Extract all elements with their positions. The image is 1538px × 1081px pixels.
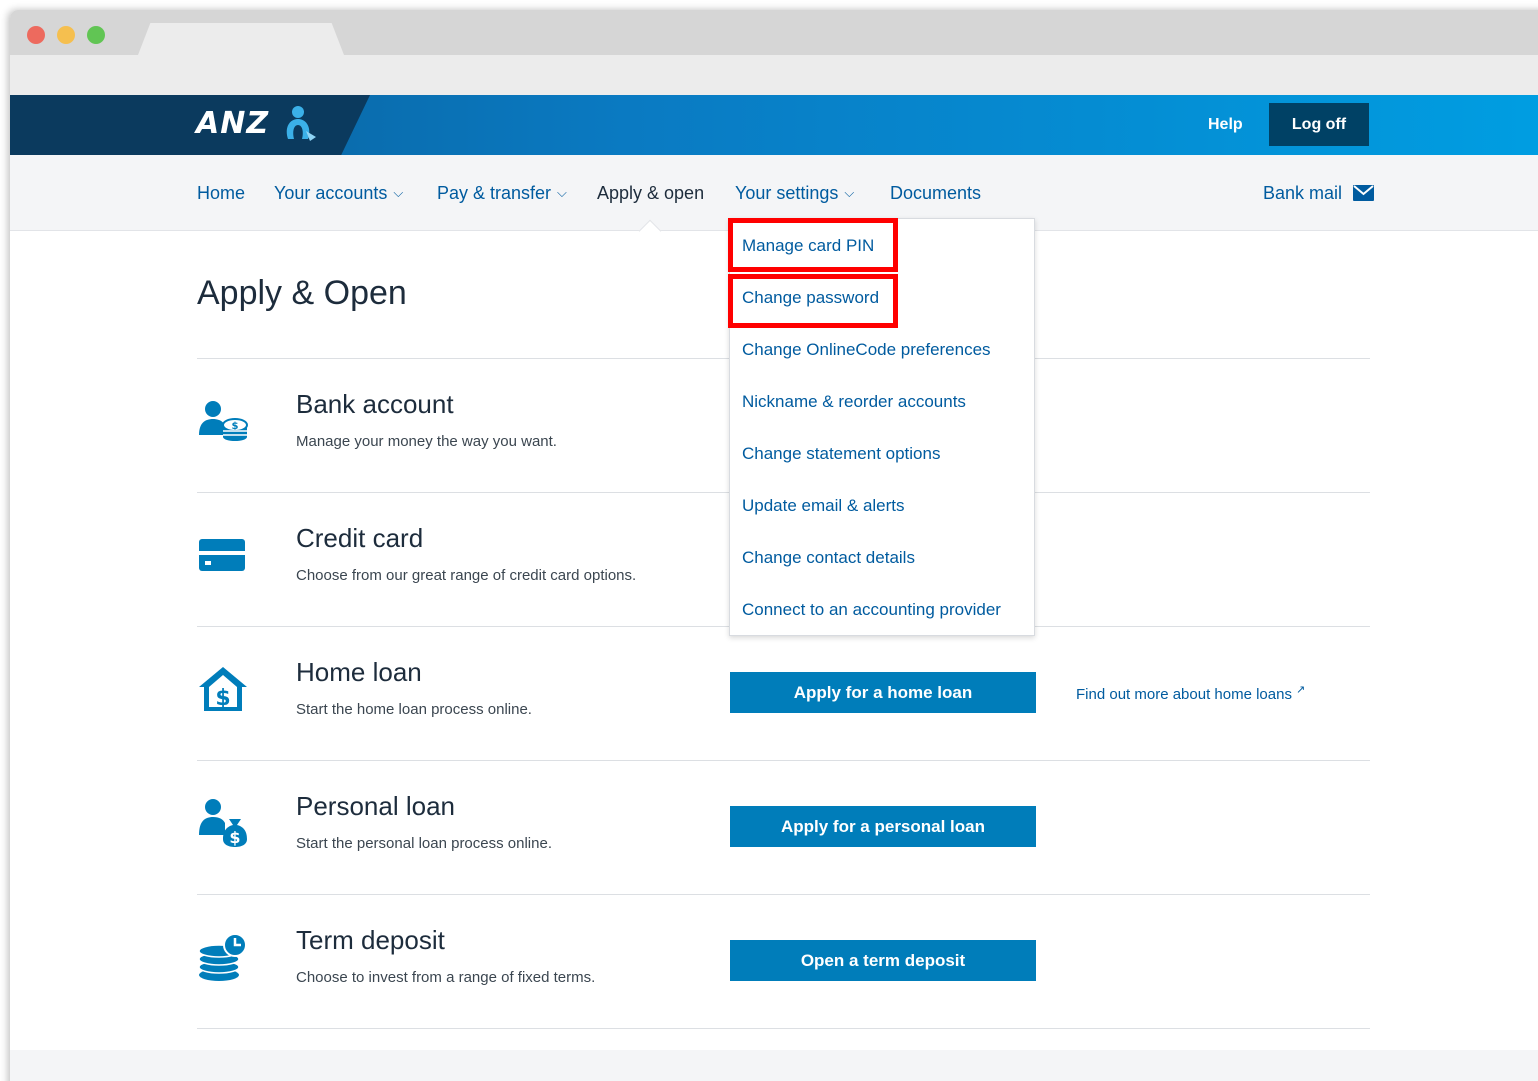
term-deposit-icon bbox=[198, 933, 247, 981]
nav-your-settings[interactable]: Your settings ⌵ bbox=[735, 183, 854, 204]
footer-band bbox=[10, 1050, 1538, 1081]
highlight-box-change-password bbox=[728, 274, 898, 328]
browser-toolbar bbox=[10, 55, 1538, 95]
nav-pay-transfer[interactable]: Pay & transfer ⌵ bbox=[437, 183, 567, 204]
external-link-icon: ↗ bbox=[1295, 684, 1306, 696]
apply-home-loan-button[interactable]: Apply for a home loan bbox=[730, 672, 1036, 713]
svg-text:$: $ bbox=[215, 686, 230, 711]
product-term-deposit: Term deposit Choose to invest from a ran… bbox=[197, 895, 1370, 1029]
product-personal-loan: $ Personal loan Start the personal loan … bbox=[197, 761, 1370, 895]
nav-apply-open-label: Apply & open bbox=[597, 183, 705, 203]
credit-card-icon bbox=[199, 539, 245, 571]
menu-item-change-onlinecode-preferences[interactable]: Change OnlineCode preferences bbox=[742, 340, 991, 360]
bank-account-icon: $ bbox=[199, 401, 248, 441]
home-loans-info-link-label: Find out more about home loans bbox=[1076, 686, 1292, 703]
nav-apply-open[interactable]: Apply & open bbox=[597, 183, 704, 204]
chevron-down-icon: ⌵ bbox=[393, 185, 404, 200]
mail-icon bbox=[1353, 185, 1375, 201]
product-description: Start the personal loan process online. bbox=[296, 835, 552, 852]
menu-item-update-email-alerts[interactable]: Update email & alerts bbox=[742, 496, 905, 516]
home-loan-icon: $ bbox=[199, 667, 247, 711]
product-name: Personal loan bbox=[296, 791, 455, 821]
close-window-button[interactable] bbox=[27, 26, 45, 44]
browser-tab[interactable] bbox=[138, 23, 344, 55]
maximize-window-button[interactable] bbox=[87, 26, 105, 44]
nav-home[interactable]: Home bbox=[197, 183, 245, 204]
nav-your-accounts-label: Your accounts bbox=[274, 183, 388, 203]
product-description: Start the home loan process online. bbox=[296, 701, 532, 718]
svg-text:$: $ bbox=[229, 828, 240, 847]
open-term-deposit-button[interactable]: Open a term deposit bbox=[730, 940, 1036, 981]
help-link[interactable]: Help bbox=[1208, 116, 1243, 134]
nav-documents-label: Documents bbox=[890, 183, 982, 203]
nav-bank-mail[interactable]: Bank mail bbox=[1263, 183, 1375, 204]
nav-home-label: Home bbox=[197, 183, 246, 203]
page-title: Apply & Open bbox=[197, 274, 407, 312]
product-name: Term deposit bbox=[296, 925, 445, 955]
menu-item-connect-accounting-provider[interactable]: Connect to an accounting provider bbox=[742, 600, 1001, 620]
product-description: Choose to invest from a range of fixed t… bbox=[296, 969, 596, 986]
menu-item-change-contact-details[interactable]: Change contact details bbox=[742, 548, 915, 568]
product-name: Bank account bbox=[296, 389, 454, 419]
nav-bank-mail-label: Bank mail bbox=[1263, 183, 1343, 203]
active-nav-pointer bbox=[638, 219, 662, 243]
anz-people-icon bbox=[286, 106, 316, 141]
personal-loan-icon: $ bbox=[199, 799, 247, 847]
product-home-loan: $ Home loan Start the home loan process … bbox=[197, 627, 1370, 761]
chevron-down-icon: ⌵ bbox=[844, 185, 855, 200]
highlight-box-manage-card-pin bbox=[728, 218, 898, 272]
nav-your-accounts[interactable]: Your accounts ⌵ bbox=[274, 183, 403, 204]
anz-logo-text[interactable]: ANZ bbox=[196, 106, 269, 141]
nav-pay-transfer-label: Pay & transfer bbox=[437, 183, 552, 203]
menu-item-change-statement-options[interactable]: Change statement options bbox=[742, 444, 940, 464]
product-name: Credit card bbox=[296, 523, 424, 553]
minimize-window-button[interactable] bbox=[57, 26, 75, 44]
product-description: Choose from our great range of credit ca… bbox=[296, 567, 637, 584]
site-header: ANZ Help Log off bbox=[10, 95, 1538, 155]
product-description: Manage your money the way you want. bbox=[296, 433, 557, 450]
product-name: Home loan bbox=[296, 657, 422, 687]
menu-item-nickname-reorder-accounts[interactable]: Nickname & reorder accounts bbox=[742, 392, 966, 412]
divider bbox=[197, 1028, 1370, 1029]
home-loans-info-link[interactable]: Find out more about home loans ↗ bbox=[1076, 683, 1305, 703]
chevron-down-icon: ⌵ bbox=[557, 185, 567, 200]
log-off-button[interactable]: Log off bbox=[1269, 103, 1369, 146]
apply-personal-loan-button[interactable]: Apply for a personal loan bbox=[730, 806, 1036, 847]
nav-documents[interactable]: Documents bbox=[890, 183, 981, 204]
nav-your-settings-label: Your settings bbox=[735, 183, 839, 203]
browser-window: ANZ Help Log off Home Your accounts ⌵ Pay… bbox=[10, 10, 1538, 1081]
browser-titlebar bbox=[10, 10, 1538, 55]
